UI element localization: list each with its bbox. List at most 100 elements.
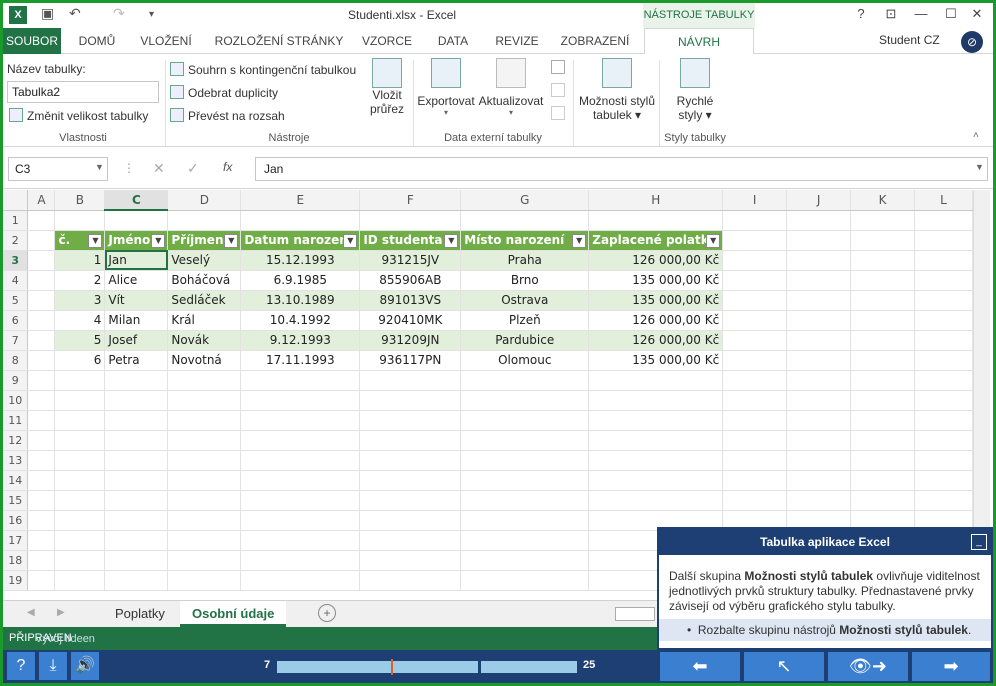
cell[interactable] bbox=[104, 470, 169, 491]
cell[interactable] bbox=[104, 570, 169, 591]
table-cell[interactable]: Sedláček bbox=[167, 290, 242, 311]
cell[interactable] bbox=[27, 230, 56, 251]
cell[interactable] bbox=[359, 370, 462, 391]
cell[interactable] bbox=[54, 410, 106, 431]
cell[interactable] bbox=[240, 450, 361, 471]
cell[interactable] bbox=[914, 210, 973, 231]
add-sheet-icon[interactable]: + bbox=[318, 604, 336, 622]
filter-dropdown-icon[interactable]: ▼ bbox=[444, 233, 459, 248]
table-cell[interactable]: Plzeň bbox=[460, 310, 590, 331]
table-cell[interactable]: 855906AB bbox=[359, 270, 462, 291]
column-header[interactable]: C bbox=[104, 190, 169, 211]
row-header[interactable]: 18 bbox=[3, 550, 29, 571]
cell[interactable] bbox=[27, 430, 56, 451]
cell[interactable] bbox=[914, 470, 973, 491]
cell[interactable] bbox=[722, 490, 788, 511]
table-cell[interactable]: 135 000,00 Kč bbox=[588, 270, 724, 291]
table-cell[interactable]: Petra bbox=[104, 350, 169, 371]
customize-qat-icon[interactable]: ▾ bbox=[149, 9, 154, 20]
cell[interactable] bbox=[27, 210, 56, 231]
cell[interactable] bbox=[850, 490, 915, 511]
cell[interactable] bbox=[588, 410, 724, 431]
cell[interactable] bbox=[240, 410, 361, 431]
cell[interactable] bbox=[104, 510, 169, 531]
cell[interactable] bbox=[240, 210, 361, 231]
table-cell[interactable]: Milan bbox=[104, 310, 169, 331]
column-header[interactable]: F bbox=[359, 190, 462, 211]
ribbon-display-icon[interactable]: ⊡ bbox=[879, 6, 903, 22]
row-header[interactable]: 13 bbox=[3, 450, 29, 471]
cell[interactable] bbox=[27, 510, 56, 531]
remove-duplicates-button[interactable]: Odebrat duplicity bbox=[170, 85, 278, 100]
cell[interactable] bbox=[914, 330, 973, 351]
cell[interactable] bbox=[722, 390, 788, 411]
table-header-cell[interactable]: č. ▼ bbox=[54, 230, 106, 251]
table-cell[interactable]: Pardubice bbox=[460, 330, 590, 351]
tab-domu[interactable]: DOMŮ bbox=[67, 28, 127, 54]
cell[interactable] bbox=[850, 290, 915, 311]
cell[interactable] bbox=[359, 570, 462, 591]
table-cell[interactable]: 17.11.1993 bbox=[240, 350, 361, 371]
cell[interactable] bbox=[786, 290, 852, 311]
cell[interactable] bbox=[27, 370, 56, 391]
cell[interactable] bbox=[914, 310, 973, 331]
cell[interactable] bbox=[914, 410, 973, 431]
cell[interactable] bbox=[460, 430, 590, 451]
cell[interactable] bbox=[722, 310, 788, 331]
cell[interactable] bbox=[104, 490, 169, 511]
table-cell[interactable]: 936117PN bbox=[359, 350, 462, 371]
cell[interactable] bbox=[786, 390, 852, 411]
cell[interactable] bbox=[722, 430, 788, 451]
column-header[interactable]: B bbox=[54, 190, 106, 211]
cell[interactable] bbox=[54, 450, 106, 471]
cell[interactable] bbox=[722, 230, 788, 251]
user-avatar-icon[interactable]: ⊘ bbox=[961, 31, 983, 53]
column-header[interactable]: L bbox=[914, 190, 973, 211]
redo-icon[interactable]: ↷ bbox=[113, 5, 125, 22]
cell[interactable] bbox=[786, 230, 852, 251]
filter-dropdown-icon[interactable]: ▼ bbox=[224, 233, 239, 248]
cell[interactable] bbox=[850, 250, 915, 271]
cell[interactable] bbox=[460, 450, 590, 471]
tab-revize[interactable]: REVIZE bbox=[487, 28, 547, 54]
tab-zobrazeni[interactable]: ZOBRAZENÍ bbox=[555, 28, 635, 54]
table-cell[interactable]: 1 bbox=[54, 250, 106, 271]
export-button[interactable]: Exportovat ▾ bbox=[417, 58, 475, 117]
table-cell[interactable]: 5 bbox=[54, 330, 106, 351]
refresh-button[interactable]: Aktualizovat ▾ bbox=[477, 58, 545, 117]
tab-navrh[interactable]: NÁVRH bbox=[644, 28, 754, 55]
row-header[interactable]: 15 bbox=[3, 490, 29, 511]
cell[interactable] bbox=[27, 450, 56, 471]
cell[interactable] bbox=[722, 370, 788, 391]
tab-rozlozeni[interactable]: ROZLOŽENÍ STRÁNKY bbox=[209, 28, 349, 54]
cell[interactable] bbox=[786, 270, 852, 291]
progress-track[interactable] bbox=[277, 659, 577, 675]
row-header[interactable]: 16 bbox=[3, 510, 29, 531]
cell[interactable] bbox=[359, 470, 462, 491]
cell[interactable] bbox=[104, 450, 169, 471]
cell[interactable] bbox=[359, 210, 462, 231]
row-header[interactable]: 19 bbox=[3, 570, 29, 591]
cell[interactable] bbox=[54, 470, 106, 491]
cell[interactable] bbox=[167, 470, 242, 491]
cell[interactable] bbox=[850, 330, 915, 351]
table-cell[interactable]: 4 bbox=[54, 310, 106, 331]
cell[interactable] bbox=[460, 410, 590, 431]
row-header[interactable]: 11 bbox=[3, 410, 29, 431]
cell[interactable] bbox=[722, 270, 788, 291]
filter-dropdown-icon[interactable]: ▼ bbox=[88, 233, 103, 248]
cell[interactable] bbox=[240, 370, 361, 391]
horizontal-scrollbar[interactable] bbox=[615, 607, 655, 621]
table-cell[interactable]: 3 bbox=[54, 290, 106, 311]
cell[interactable] bbox=[27, 290, 56, 311]
cell[interactable] bbox=[850, 350, 915, 371]
cell[interactable] bbox=[54, 210, 106, 231]
column-header[interactable]: K bbox=[850, 190, 915, 211]
cell[interactable] bbox=[850, 470, 915, 491]
cell[interactable] bbox=[104, 530, 169, 551]
table-cell[interactable]: 931215JV bbox=[359, 250, 462, 271]
cell[interactable] bbox=[359, 450, 462, 471]
sound-icon[interactable]: 🔊 bbox=[71, 652, 99, 680]
cell[interactable] bbox=[786, 370, 852, 391]
column-header[interactable]: J bbox=[786, 190, 852, 211]
